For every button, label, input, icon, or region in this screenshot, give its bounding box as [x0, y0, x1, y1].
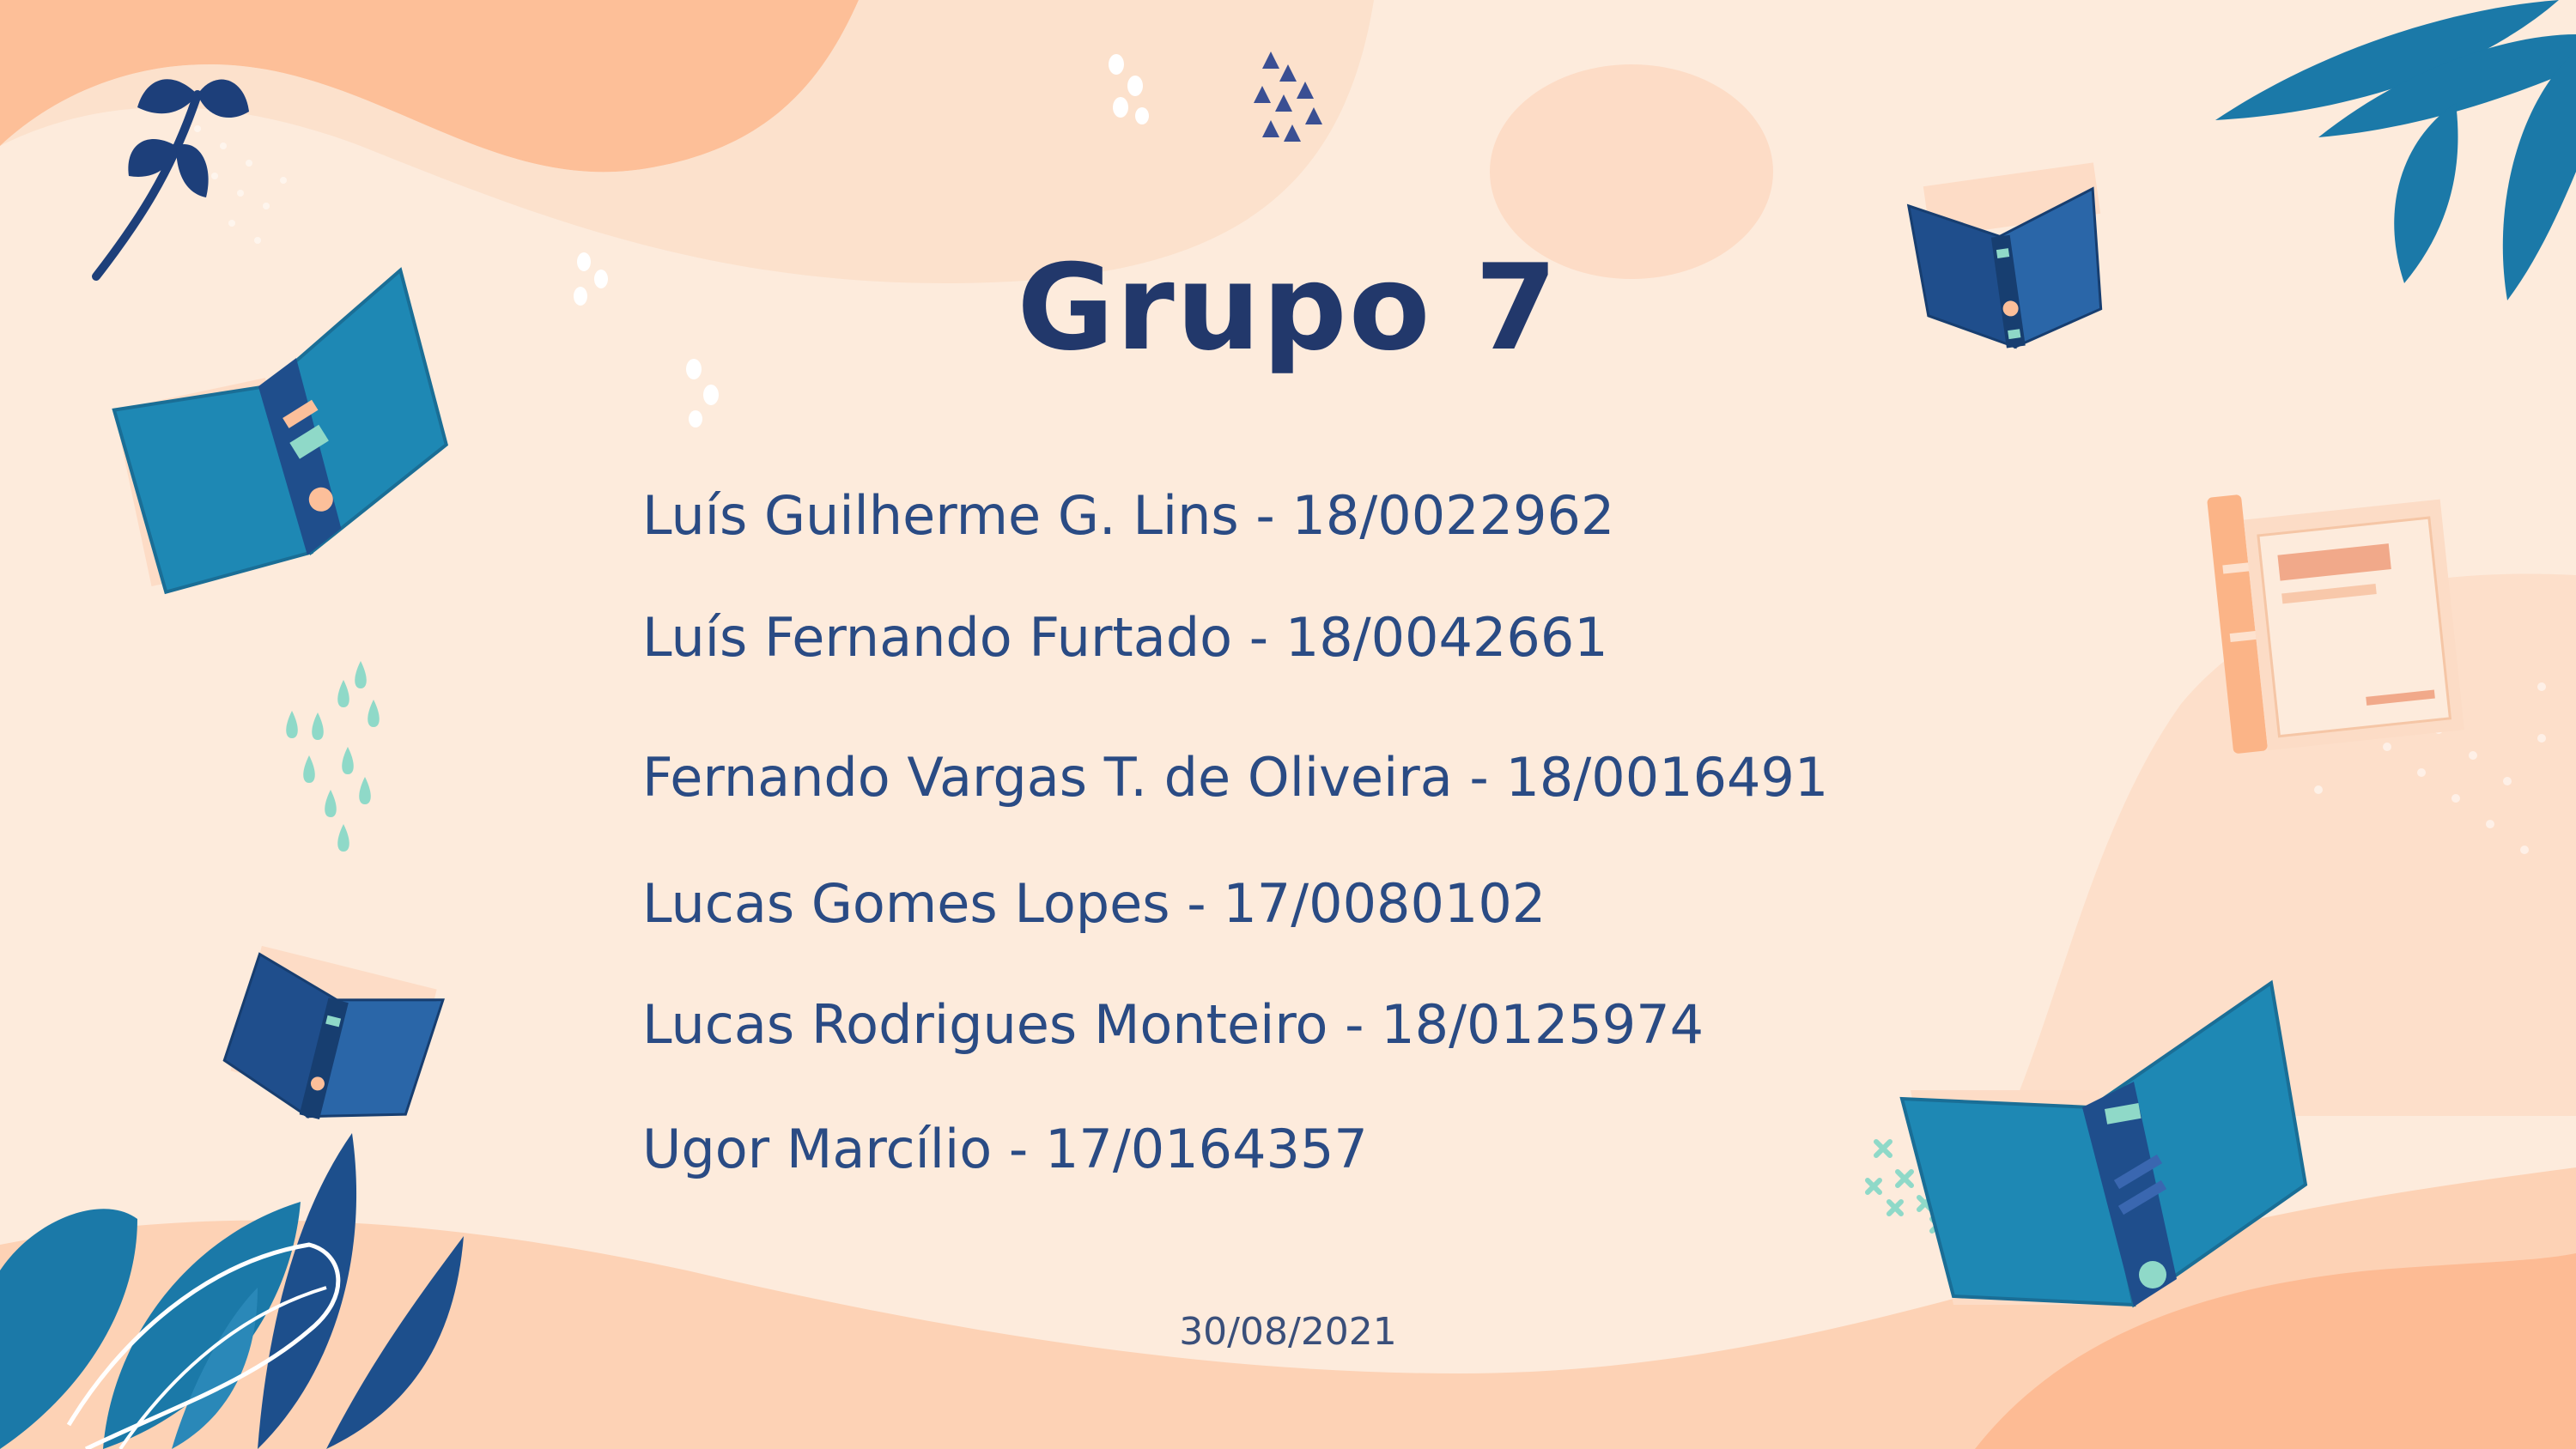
member-item: Ugor Marcílio - 17/0164357 — [642, 1118, 1368, 1180]
slide: Grupo 7 Luís Guilherme G. Lins - 18/0022… — [0, 0, 2576, 1449]
member-item: Lucas Rodrigues Monteiro - 18/0125974 — [642, 993, 1704, 1056]
member-item: Luís Fernando Furtado - 18/0042661 — [642, 606, 1608, 669]
peach-book-icon — [2207, 494, 2464, 754]
drops-icon — [286, 661, 380, 852]
slide-date: 30/08/2021 — [1179, 1310, 1397, 1354]
member-item: Lucas Gomes Lopes - 17/0080102 — [642, 872, 1546, 935]
open-book-icon-small-left — [222, 945, 445, 1120]
member-item: Luís Guilherme G. Lins - 18/0022962 — [642, 484, 1615, 547]
slide-title: Grupo 7 — [1017, 239, 1559, 377]
background-illustration — [0, 0, 2576, 1449]
member-item: Fernando Vargas T. de Oliveira - 18/0016… — [642, 746, 1829, 809]
